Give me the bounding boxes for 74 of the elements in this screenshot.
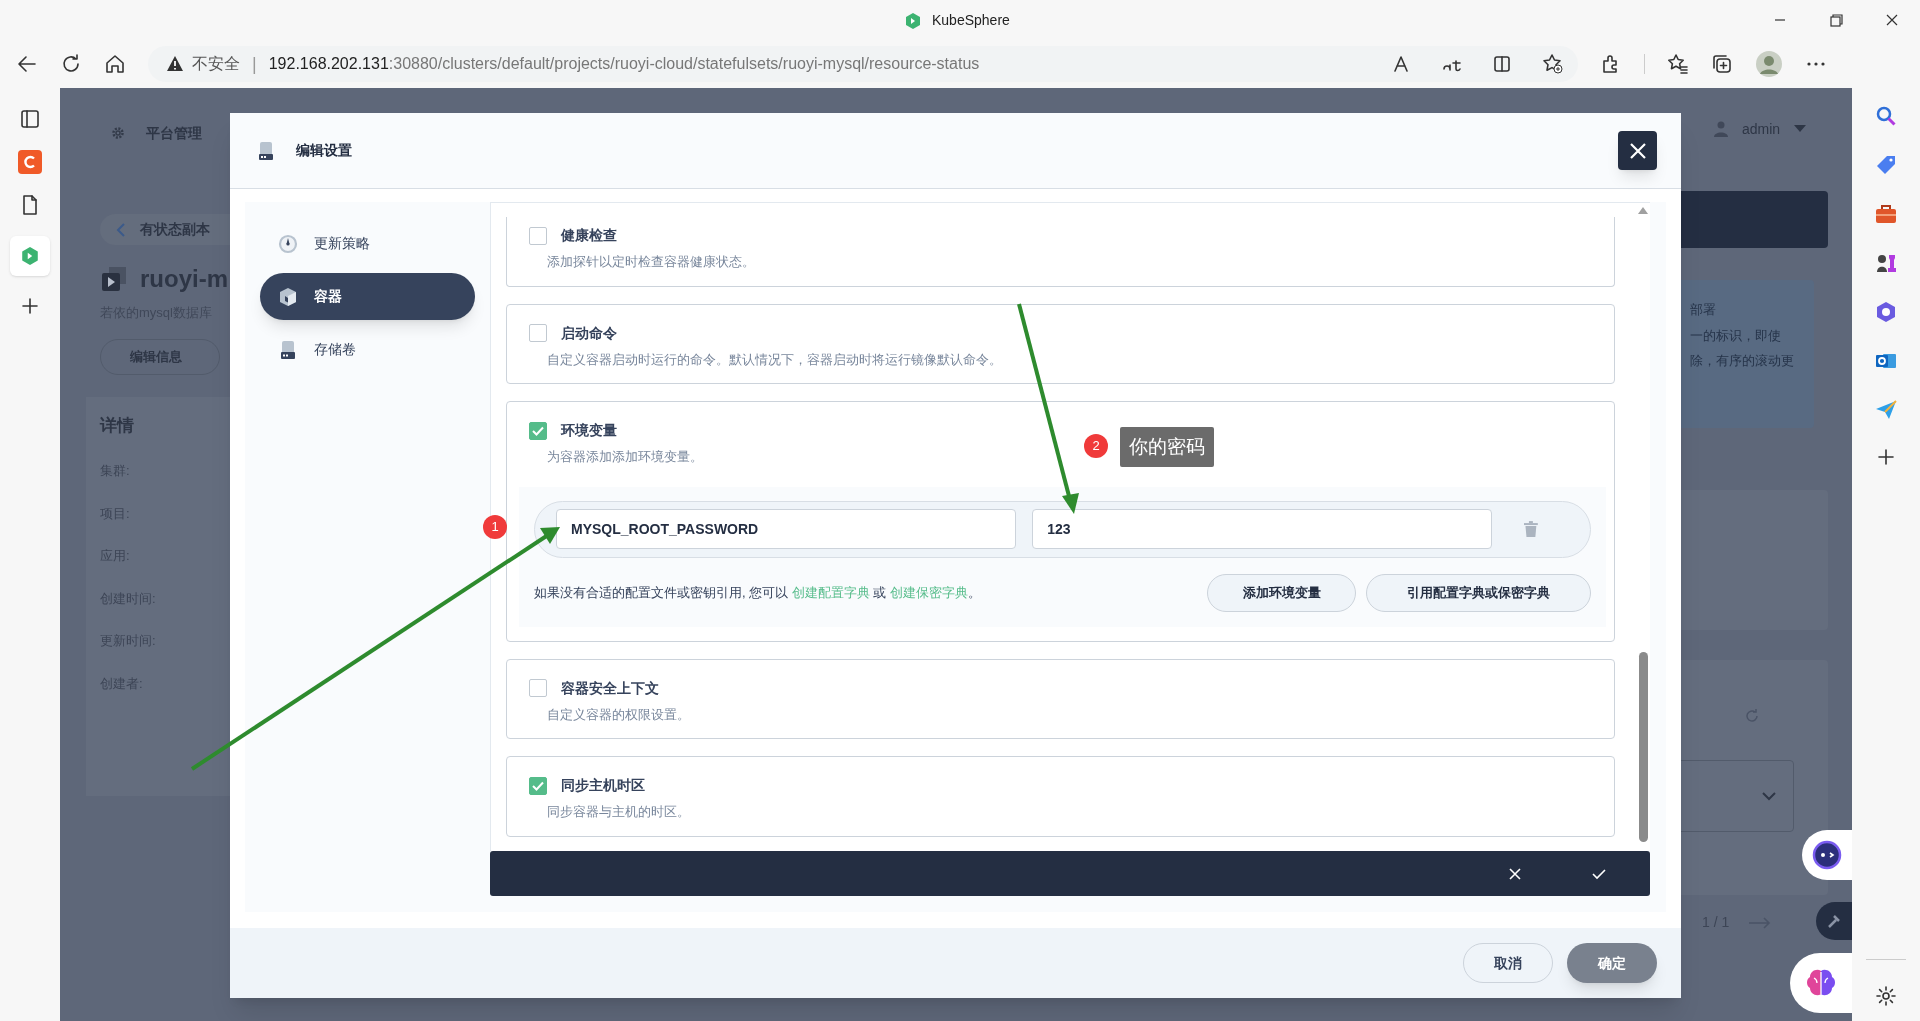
add-variable-button[interactable]: 添加环境变量 bbox=[1207, 573, 1356, 612]
hammer-icon bbox=[1826, 913, 1842, 929]
checkbox[interactable] bbox=[529, 324, 547, 342]
address-bar[interactable]: 不安全 | 192.168.202.131:30880/clusters/default/projects/ruoyi-cloud/statefulsets/ruoyi-mysql/resource-status bbox=[148, 46, 1578, 82]
settings-icon[interactable] bbox=[1875, 985, 1897, 1007]
address-separator: | bbox=[252, 52, 257, 76]
scrollbar-thumb[interactable] bbox=[1638, 652, 1648, 842]
brain-button[interactable] bbox=[1790, 953, 1852, 1013]
brain-icon bbox=[1805, 968, 1837, 998]
cancel-icon[interactable] bbox=[1508, 866, 1522, 881]
app-tab-icon[interactable] bbox=[18, 150, 42, 174]
details-title: 详情 bbox=[100, 414, 135, 437]
split-screen-icon[interactable] bbox=[1492, 54, 1512, 74]
profile-avatar-icon[interactable] bbox=[1755, 50, 1783, 78]
collections-icon[interactable] bbox=[1711, 53, 1733, 75]
warning-icon bbox=[166, 55, 184, 73]
favorites-icon[interactable] bbox=[1667, 53, 1689, 75]
robot-face-icon bbox=[1812, 840, 1842, 870]
variable-value-field[interactable]: 123 bbox=[1032, 509, 1493, 549]
cube-icon bbox=[278, 286, 298, 307]
chevron-down-icon bbox=[1761, 791, 1777, 801]
user-icon bbox=[1714, 121, 1728, 137]
tooltip: 你的密码 bbox=[1120, 427, 1214, 467]
add-icon[interactable] bbox=[1876, 447, 1896, 467]
search-icon[interactable] bbox=[1874, 104, 1898, 128]
back-icon[interactable] bbox=[16, 53, 38, 75]
statefulset-icon bbox=[100, 265, 128, 293]
new-tab-icon[interactable] bbox=[20, 296, 40, 316]
close-icon bbox=[1627, 140, 1648, 161]
section-title: 启动命令 bbox=[561, 323, 617, 343]
url-text: 192.168.202.131:30880/clusters/default/projects/ruoyi-cloud/statefulsets/ruoyi-mysql/resource-status bbox=[268, 54, 980, 74]
refresh-icon bbox=[1744, 708, 1760, 724]
section-title: 同步主机时区 bbox=[561, 776, 645, 795]
gauge-icon bbox=[278, 233, 298, 254]
section-description: 自定义容器启动时运行的命令。默认情况下，容器启动时将运行镜像默认命令。 bbox=[547, 350, 1002, 369]
tab-actions-icon[interactable] bbox=[19, 108, 41, 130]
hexagon-app-icon[interactable] bbox=[1874, 300, 1898, 324]
section-title: 环境变量 bbox=[561, 421, 617, 440]
checkbox[interactable] bbox=[529, 776, 547, 795]
confirm-button[interactable]: 确定 bbox=[1567, 943, 1657, 983]
scroll-up-icon[interactable] bbox=[1638, 207, 1648, 215]
variable-name-field[interactable]: MYSQL_ROOT_PASSWORD bbox=[556, 509, 1017, 549]
cancel-button[interactable]: 取消 bbox=[1463, 943, 1553, 983]
nav-item[interactable]: 容器 bbox=[260, 273, 475, 320]
nav-item[interactable]: 更新策略 bbox=[260, 220, 475, 267]
section-title: 容器安全上下文 bbox=[561, 678, 659, 698]
add-favorite-icon[interactable] bbox=[1542, 53, 1564, 75]
hint-text: 如果没有合适的配置文件或密钥引用, 您可以 创建配置字典 或 创建保密字典。 bbox=[534, 583, 982, 602]
build-button[interactable] bbox=[1816, 902, 1852, 940]
disk-icon bbox=[258, 140, 274, 161]
confirm-icon[interactable] bbox=[1592, 867, 1606, 880]
section-description: 自定义容器的权限设置。 bbox=[547, 705, 690, 724]
gear-icon bbox=[110, 125, 126, 141]
nav-item[interactable]: 存储卷 bbox=[260, 326, 475, 373]
checkbox[interactable] bbox=[529, 226, 547, 245]
checkbox[interactable] bbox=[529, 421, 547, 440]
toolbox-icon[interactable] bbox=[1874, 202, 1898, 226]
back-chevron-icon bbox=[116, 222, 126, 237]
security-label: 不安全 bbox=[192, 54, 240, 74]
disk-icon bbox=[278, 339, 298, 360]
kubesphere-tab-icon[interactable] bbox=[10, 236, 50, 276]
kubesphere-logo-icon bbox=[904, 11, 922, 30]
window-title: KubeSphere bbox=[932, 11, 1010, 30]
close-button[interactable] bbox=[1618, 131, 1657, 170]
assistant-button[interactable] bbox=[1802, 830, 1852, 880]
section-description: 添加探针以定时检查容器健康状态。 bbox=[547, 253, 755, 271]
section-title: 健康检查 bbox=[561, 226, 617, 245]
section-description: 同步容器与主机的时区。 bbox=[547, 803, 690, 821]
refresh-icon[interactable] bbox=[60, 53, 82, 75]
reference-button[interactable]: 引用配置字典或保密字典 bbox=[1366, 573, 1591, 612]
section-description: 为容器添加添加环境变量。 bbox=[547, 448, 703, 466]
dialog-title: 编辑设置 bbox=[296, 141, 352, 160]
home-icon[interactable] bbox=[104, 53, 126, 75]
checkbox[interactable] bbox=[529, 679, 547, 697]
